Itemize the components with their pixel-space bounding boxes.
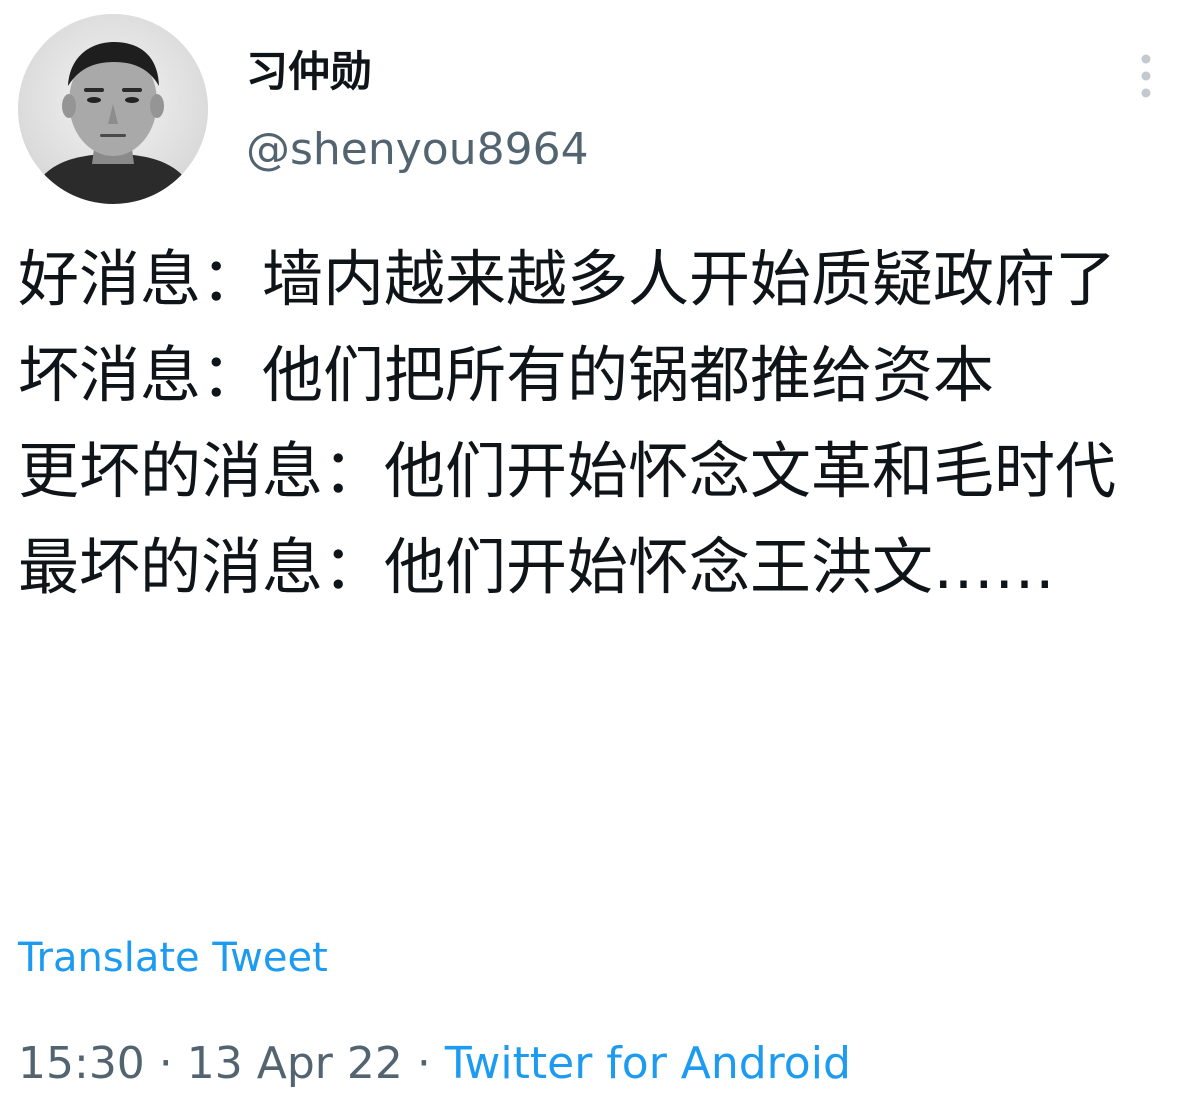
tweet-metadata: 15:30 · 13 Apr 22 · Twitter for Android xyxy=(18,1034,851,1094)
tweet-date[interactable]: 13 Apr 22 xyxy=(187,1038,403,1089)
tweet-time[interactable]: 15:30 xyxy=(18,1038,145,1089)
more-vertical-icon[interactable] xyxy=(1122,44,1170,104)
profile-photo xyxy=(18,14,208,204)
avatar[interactable] xyxy=(18,14,208,204)
tweet-text: 好消息：墙内越来越多人开始质疑政府了 坏消息：他们把所有的锅都推给资本 更坏的消… xyxy=(18,244,1117,603)
meta-separator: · xyxy=(144,1038,187,1089)
user-handle[interactable]: @shenyou8964 xyxy=(246,120,589,180)
tweet-source-link[interactable]: Twitter for Android xyxy=(445,1038,851,1089)
meta-separator: · xyxy=(402,1038,445,1089)
tweet-card: 习仲勋 @shenyou8964 好消息：墙内越来越多人开始质疑政府了 坏消息：… xyxy=(0,0,1200,1103)
translate-tweet-link[interactable]: Translate Tweet xyxy=(18,930,328,986)
display-name[interactable]: 习仲勋 xyxy=(246,42,372,102)
